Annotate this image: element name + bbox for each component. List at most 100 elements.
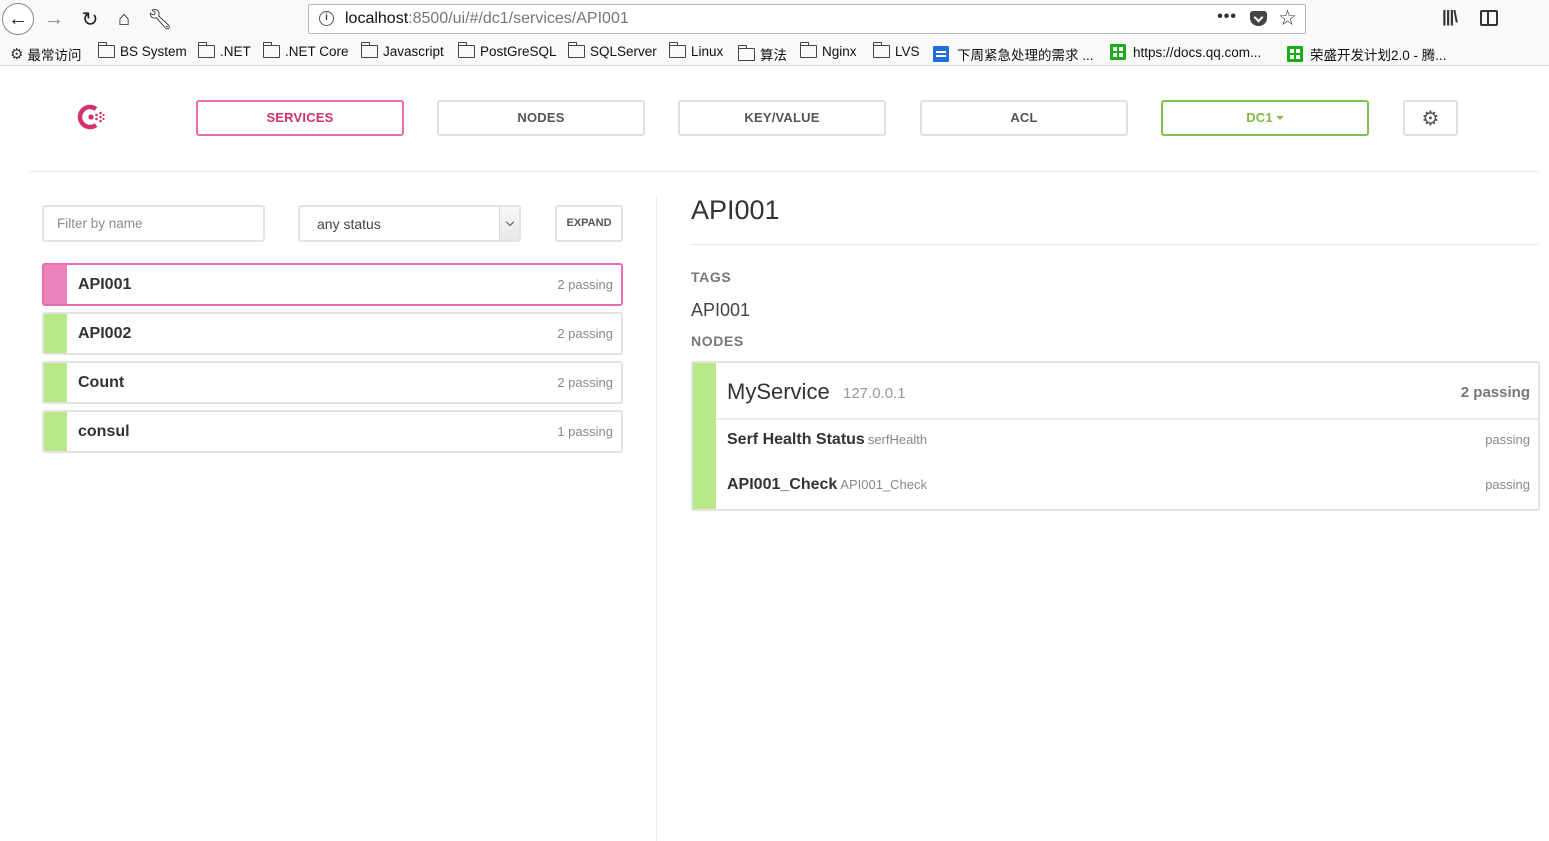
status-bar: [44, 363, 67, 402]
node-name[interactable]: MyService: [727, 379, 830, 405]
service-detail-title: API001: [691, 195, 780, 225]
check-status: passing: [1485, 432, 1530, 447]
sidebar-icon[interactable]: [1480, 10, 1498, 26]
caret-down-icon: [1275, 115, 1284, 120]
service-passing-count: 1 passing: [557, 424, 613, 439]
bookmark-item[interactable]: 荣盛开发计划2.0 - 腾...: [1287, 44, 1447, 64]
bookmark-item[interactable]: 算法: [738, 44, 787, 64]
check-name: API001_Check API001_Check: [727, 476, 927, 494]
bookmark-item[interactable]: PostGreSQL: [458, 42, 557, 59]
bookmark-label: SQLServer: [590, 44, 657, 59]
check-status: passing: [1485, 477, 1530, 492]
bookmark-item[interactable]: Javascript: [361, 42, 444, 59]
bookmark-item[interactable]: LVS: [873, 42, 920, 59]
tag-value: API001: [691, 300, 751, 320]
bookmark-label: https://docs.qq.com...: [1133, 44, 1262, 60]
bookmark-label: 下周紧急处理的需求 ...: [957, 48, 1094, 63]
more-actions-icon[interactable]: •••: [1217, 8, 1237, 26]
address-bar[interactable]: i localhost:8500/ui/#/dc1/services/API00…: [308, 4, 1306, 34]
status-bar: [693, 363, 716, 509]
gear-icon: ⚙: [1421, 107, 1440, 130]
service-row-api001[interactable]: API001 2 passing: [42, 263, 623, 306]
node-panel: MyService 127.0.0.1 2 passing Serf Healt…: [691, 361, 1540, 511]
datacenter-label: DC1: [1246, 110, 1273, 125]
nav-acl-button[interactable]: ACL: [920, 100, 1128, 136]
bookmark-item[interactable]: SQLServer: [568, 42, 657, 59]
bookmark-label: PostGreSQL: [480, 44, 557, 59]
bookmark-label: LVS: [895, 44, 920, 59]
pocket-icon[interactable]: [1250, 11, 1267, 26]
service-row-count[interactable]: Count 2 passing: [42, 361, 623, 404]
sheet-icon: [1287, 46, 1303, 62]
datacenter-dropdown[interactable]: DC1: [1161, 100, 1369, 136]
status-select-value: any status: [317, 216, 381, 232]
header-divider: [28, 171, 1540, 172]
doc-icon: [933, 46, 949, 62]
check-id: API001_Check: [840, 477, 928, 492]
service-row-api002[interactable]: API002 2 passing: [42, 312, 623, 355]
expand-button[interactable]: EXPAND: [555, 205, 623, 242]
url-host: localhost: [345, 10, 409, 27]
folder-icon: [361, 42, 378, 58]
bookmark-item[interactable]: BS System: [98, 42, 187, 59]
check-name: Serf Health Status serfHealth: [727, 431, 927, 449]
bookmark-item[interactable]: .NET: [198, 42, 251, 59]
folder-icon: [263, 42, 280, 58]
forward-arrow-icon[interactable]: →: [38, 3, 70, 35]
site-info-icon[interactable]: i: [319, 11, 334, 26]
service-name: API002: [78, 325, 132, 342]
bookmark-item[interactable]: ⚙ 最常访问: [10, 44, 81, 64]
back-arrow-icon[interactable]: ←: [2, 3, 34, 35]
bookmark-item[interactable]: .NET Core: [263, 42, 349, 59]
check-id: serfHealth: [867, 432, 928, 447]
bookmark-label: BS System: [120, 44, 187, 59]
service-name: consul: [78, 423, 130, 440]
folder-icon: [568, 42, 585, 58]
bookmark-label: Javascript: [383, 44, 444, 59]
bookmark-label: Linux: [691, 44, 724, 59]
url-path: :8500/ui/#/dc1/services/API001: [408, 10, 629, 27]
bookmark-label: Nginx: [822, 44, 857, 59]
consul-logo-icon[interactable]: [76, 102, 106, 132]
bookmark-item[interactable]: Linux: [669, 42, 724, 59]
tags-label: TAGS: [691, 269, 732, 285]
nav-services-button[interactable]: SERVICES: [196, 100, 404, 136]
bookmark-item[interactable]: Nginx: [800, 42, 857, 59]
library-icon[interactable]: |||\: [1442, 7, 1458, 27]
status-bar: [44, 265, 67, 304]
folder-icon: [669, 42, 686, 58]
service-row-consul[interactable]: consul 1 passing: [42, 410, 623, 453]
gear-icon: ⚙: [10, 46, 24, 63]
service-name: Count: [78, 374, 125, 391]
status-bar: [44, 412, 67, 451]
panel-divider: [656, 195, 657, 841]
nav-nodes-button[interactable]: NODES: [437, 100, 645, 136]
node-passing-count: 2 passing: [1460, 384, 1530, 401]
node-header[interactable]: MyService 127.0.0.1 2 passing: [716, 363, 1538, 420]
folder-icon: [800, 42, 817, 58]
bookmark-star-icon[interactable]: ☆: [1278, 6, 1297, 31]
bookmark-label: .NET Core: [285, 44, 349, 59]
chevron-down-icon[interactable]: [499, 207, 519, 240]
bookmark-label: .NET: [220, 44, 251, 59]
filter-by-name-input[interactable]: [42, 205, 265, 242]
folder-icon: [458, 42, 475, 58]
status-bar: [44, 314, 67, 353]
service-passing-count: 2 passing: [557, 277, 613, 292]
settings-button[interactable]: ⚙: [1403, 100, 1458, 136]
bookmark-item[interactable]: https://docs.qq.com...: [1110, 44, 1261, 60]
status-select[interactable]: any status: [298, 205, 521, 242]
folder-icon: [198, 42, 215, 58]
service-passing-count: 2 passing: [557, 375, 613, 390]
url-text[interactable]: localhost:8500/ui/#/dc1/services/API001: [345, 10, 629, 28]
wrench-icon[interactable]: 🔧︎: [144, 3, 176, 35]
service-name: API001: [78, 276, 132, 293]
bookmark-label: 算法: [760, 48, 787, 63]
nav-keyvalue-button[interactable]: KEY/VALUE: [678, 100, 886, 136]
home-icon[interactable]: ⌂: [108, 3, 140, 35]
node-address: 127.0.0.1: [843, 385, 906, 402]
health-check-row: Serf Health Status serfHealth passing: [716, 425, 1538, 455]
bookmark-item[interactable]: 下周紧急处理的需求 ...: [933, 44, 1094, 64]
folder-icon: [98, 42, 115, 58]
reload-icon[interactable]: ↻: [74, 3, 106, 35]
